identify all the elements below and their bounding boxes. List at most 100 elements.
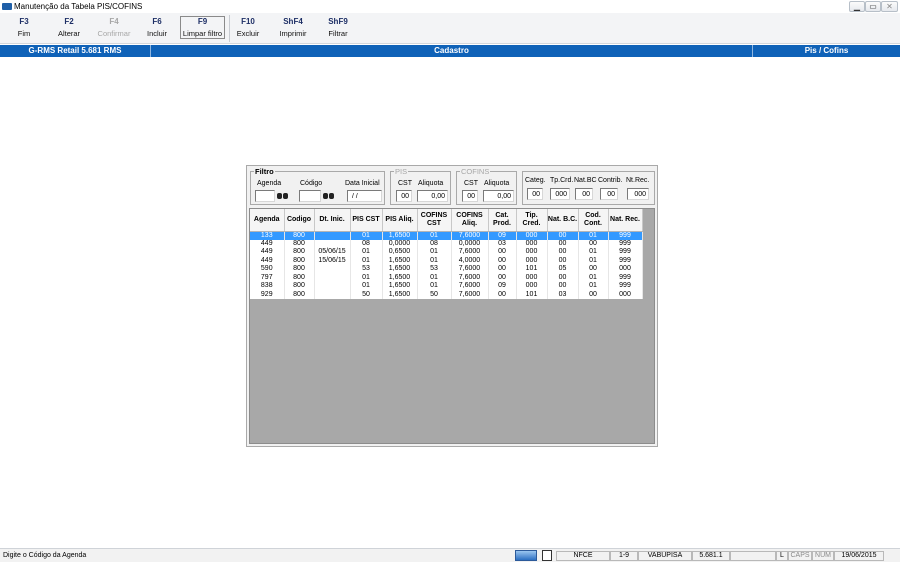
window-title: Manutenção da Tabela PIS/COFINS (14, 2, 143, 11)
binoculars-search-icon[interactable] (277, 191, 288, 200)
contrib-label: Contrib. (598, 177, 623, 184)
table-cell: 01 (350, 231, 383, 240)
col-header-agenda[interactable]: Agenda (250, 209, 285, 232)
excluir-key: F10 (241, 17, 255, 26)
table-cell: 838 (250, 282, 285, 291)
col-header-nat-rec[interactable]: Nat. Rec. (608, 209, 643, 232)
table-row[interactable]: 449 800 08 0,0000 08 0,0000 03 000 00 00 999 (250, 239, 643, 248)
col-header-codigo[interactable]: Codigo (284, 209, 315, 232)
table-cell: 800 (284, 248, 315, 257)
table-cell: 0,0000 (451, 239, 489, 248)
table-cell (314, 265, 351, 274)
table-cell: 999 (608, 282, 643, 291)
minimize-icon: ▁ (853, 2, 861, 11)
table-cell: 01 (417, 273, 452, 282)
codigo-label: Código (300, 180, 323, 187)
col-header-pis-aliq[interactable]: PIS Aliq. (382, 209, 418, 232)
status-message: Digite o Código da Agenda (3, 552, 87, 559)
pis-aliquota-input[interactable] (417, 190, 448, 202)
table-cell: 7,6000 (451, 231, 489, 240)
table-row[interactable]: 838 800 01 1,6500 01 7,6000 09 000 00 01 999 (250, 282, 643, 291)
fim-button[interactable]: F3 Fim (14, 17, 34, 38)
contrib-input[interactable] (600, 188, 618, 200)
col-header-cod-cont[interactable]: Cod. Cont. (578, 209, 609, 232)
filtrar-key: ShF9 (328, 17, 348, 26)
incluir-button[interactable]: F6 Incluir (143, 17, 171, 38)
table-cell: 133 (250, 231, 285, 240)
fim-label: Fim (17, 29, 31, 38)
cofins-group: COFINS CST Aliquota (456, 167, 517, 205)
pis-cst-input[interactable] (396, 190, 412, 202)
col-header-tip-cred[interactable]: Tip. Cred. (516, 209, 548, 232)
table-cell: 15/06/15 (314, 256, 351, 265)
table-row[interactable]: 449 800 15/06/15 01 1,6500 01 4,0000 00 000 00 01 9… (250, 256, 643, 265)
table-cell: 00 (547, 256, 579, 265)
table-row[interactable]: 590 800 53 1,6500 53 7,6000 00 101 05 00 000 (250, 265, 643, 274)
table-cell: 000 (516, 256, 548, 265)
table-row[interactable]: 133 800 01 1,6500 01 7,6000 09 000 00 01 999 (250, 231, 643, 240)
table-cell: 000 (516, 248, 548, 257)
nat-bc-input[interactable] (575, 188, 593, 200)
cofins-cst-input[interactable] (462, 190, 478, 202)
cofins-title: COFINS (461, 167, 490, 176)
cofins-aliquota-input[interactable] (483, 190, 514, 202)
table-cell: 1,6500 (382, 231, 418, 240)
table-cell: 7,6000 (451, 282, 489, 291)
table-cell: 000 (516, 231, 548, 240)
col-header-nat-bc[interactable]: Nat. B.C. (547, 209, 579, 232)
col-header-pis-cst[interactable]: PIS CST (350, 209, 383, 232)
col-header-dt-inic[interactable]: Dt. Inic. (314, 209, 351, 232)
table-cell: 449 (250, 239, 285, 248)
table-cell: 1,6500 (382, 265, 418, 274)
nt-rec-label: Nt.Rec. (626, 177, 650, 184)
categ-input[interactable] (527, 188, 543, 200)
module-title: Pis / Cofins (804, 46, 849, 55)
close-button[interactable]: ✕ (881, 1, 898, 12)
filtrar-button[interactable]: ShF9 Filtrar (325, 17, 351, 38)
table-cell: 590 (250, 265, 285, 274)
confirmar-key: F4 (109, 17, 119, 26)
table-cell: 03 (547, 290, 579, 299)
table-cell: 929 (250, 290, 285, 299)
pis-cst-label: CST (398, 180, 412, 187)
table-cell: 01 (417, 282, 452, 291)
codigo-input[interactable] (299, 190, 321, 202)
col-header-cat-prod[interactable]: Cat. Prod. (488, 209, 517, 232)
limpar-filtro-button[interactable]: F9 Limpar filtro (180, 16, 225, 39)
table-cell: 101 (516, 265, 548, 274)
tp-crd-input[interactable] (550, 188, 570, 200)
maximize-button[interactable]: ▭ (865, 1, 881, 12)
status-panel-range: 1-9 (610, 551, 638, 561)
pis-cofins-grid[interactable]: Agenda Codigo Dt. Inic. PIS CST PIS Aliq… (249, 208, 655, 444)
excluir-button[interactable]: F10 Excluir (235, 17, 261, 38)
table-cell: 08 (350, 239, 383, 248)
table-cell (314, 239, 351, 248)
imprimir-button[interactable]: ShF4 Imprimir (276, 17, 310, 38)
minimize-button[interactable]: ▁ (849, 1, 865, 12)
col-header-cofins-aliq[interactable]: COFINS Aliq. (451, 209, 489, 232)
status-bar: Digite o Código da Agenda NFCE 1-9 VABUP… (0, 548, 900, 562)
table-cell: 1,6500 (382, 256, 418, 265)
alterar-button[interactable]: F2 Alterar (55, 17, 83, 38)
data-inicial-input[interactable] (347, 190, 382, 202)
maximize-icon: ▭ (869, 2, 877, 11)
table-cell: 01 (578, 273, 609, 282)
table-cell: 01 (350, 256, 383, 265)
table-row[interactable]: 929 800 50 1,6500 50 7,6000 00 101 03 00 000 (250, 290, 643, 299)
table-row[interactable]: 449 800 05/06/15 01 0,6500 01 7,6000 00 000 00 01 9… (250, 248, 643, 257)
table-cell: 00 (488, 273, 517, 282)
binoculars-search-icon[interactable] (323, 191, 334, 200)
status-panel-user: VABUPISA (638, 551, 692, 561)
confirmar-button[interactable]: F4 Confirmar (96, 17, 132, 38)
table-row[interactable]: 797 800 01 1,6500 01 7,6000 00 000 00 01 999 (250, 273, 643, 282)
cofins-aliquota-label: Aliquota (484, 180, 510, 187)
status-panel-lock: L (776, 551, 788, 561)
agenda-input[interactable] (255, 190, 275, 202)
table-cell: 09 (488, 282, 517, 291)
network-icon (515, 550, 537, 561)
col-header-cofins-cst[interactable]: COFINS CST (417, 209, 452, 232)
table-cell: 999 (608, 256, 643, 265)
table-cell (314, 282, 351, 291)
title-bar: Manutenção da Tabela PIS/COFINS ▁ ▭ ✕ (0, 0, 900, 13)
nt-rec-input[interactable] (627, 188, 649, 200)
